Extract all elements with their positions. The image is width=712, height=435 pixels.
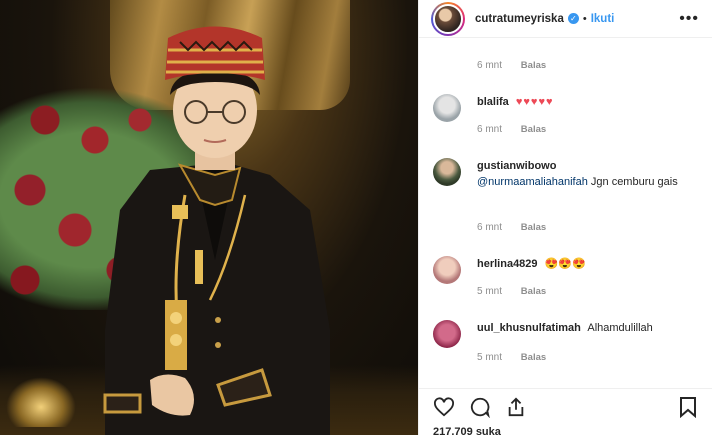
bookmark-icon[interactable] [679, 396, 699, 419]
post-photo[interactable] [0, 0, 418, 435]
comment-username[interactable]: herlina4829 [477, 258, 538, 270]
comment-username[interactable]: blalifa [477, 96, 509, 108]
reply-button[interactable]: Balas [521, 286, 546, 297]
comment-meta: 5 mnt Balas [477, 352, 546, 363]
heart-icon[interactable] [433, 396, 455, 418]
commenter-avatar[interactable] [433, 320, 461, 348]
reply-button[interactable]: Balas [521, 352, 546, 363]
comment-body: blalifa ♥♥♥♥♥ [477, 94, 703, 110]
comment-time: 6 mnt [477, 124, 503, 135]
post-header: cutratumeyriska ✓ • Ikuti ••• [419, 0, 712, 38]
author-username[interactable]: cutratumeyriska [475, 13, 564, 25]
verified-badge-icon: ✓ [567, 13, 579, 24]
man-in-traditional-attire [103, 26, 330, 435]
comment-meta: 6 mnt Balas [477, 222, 546, 233]
comment-text: Jgn cemburu gais [587, 176, 678, 188]
commenter-avatar[interactable] [433, 158, 461, 186]
comments-list[interactable]: 6 mnt Balas blalifa ♥♥♥♥♥ 6 mnt Balas gu… [419, 38, 712, 388]
comment-text: Alhamdulillah [587, 322, 653, 334]
follow-button[interactable]: Ikuti [591, 13, 615, 25]
comment-body: uul_khusnulfatimah Alhamdulillah [477, 320, 703, 336]
comment-username[interactable]: uul_khusnulfatimah [477, 322, 581, 334]
comment-text: 😍😍😍 [544, 258, 586, 270]
commenter-avatar[interactable] [433, 256, 461, 284]
comment-time: 5 mnt [477, 286, 503, 297]
post-side-panel: cutratumeyriska ✓ • Ikuti ••• 6 mnt Bala… [418, 0, 712, 435]
comment-text: ♥♥♥♥♥ [515, 96, 554, 108]
reply-button[interactable]: Balas [521, 60, 546, 71]
author-avatar[interactable] [431, 1, 465, 36]
post-actions-bar [419, 388, 712, 424]
instagram-post: cutratumeyriska ✓ • Ikuti ••• 6 mnt Bala… [0, 0, 712, 435]
comment-meta: 6 mnt Balas [477, 60, 546, 71]
comment-time: 6 mnt [477, 222, 503, 233]
likes-count[interactable]: 217.709 suka [433, 426, 501, 435]
comment-time: 6 mnt [477, 60, 503, 71]
comment-meta: 6 mnt Balas [477, 124, 546, 135]
more-options-icon[interactable]: ••• [679, 10, 699, 28]
share-icon[interactable] [505, 396, 527, 418]
comment-body: gustianwibowo @nurmaamaliahanifah Jgn ce… [477, 158, 703, 190]
comment-mention-link[interactable]: @nurmaamaliahanifah [477, 176, 588, 188]
comment-meta: 5 mnt Balas [477, 286, 546, 297]
reply-button[interactable]: Balas [521, 222, 546, 233]
comment-username[interactable]: gustianwibowo [477, 160, 556, 172]
reply-button[interactable]: Balas [521, 124, 546, 135]
header-separator: • [582, 12, 587, 25]
comment-body: herlina4829 😍😍😍 [477, 256, 703, 272]
commenter-avatar[interactable] [433, 94, 461, 122]
comment-icon[interactable] [469, 396, 491, 418]
comment-time: 5 mnt [477, 352, 503, 363]
